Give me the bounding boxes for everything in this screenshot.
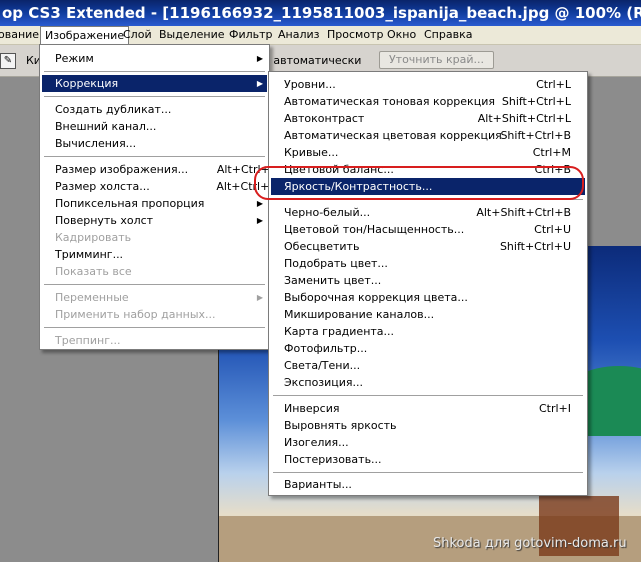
menu-item-apply-data-set[interactable]: Применить набор данных... [42, 306, 267, 323]
window-title: op CS3 Extended - [1196166932_1195811003… [0, 0, 641, 26]
menu-item-equalize[interactable]: Выровнять яркость [271, 417, 585, 434]
submenu-arrow-icon: ▶ [256, 216, 263, 225]
menu-item-rotate-canvas[interactable]: Повернуть холст ▶ [42, 212, 267, 229]
submenu-arrow-icon: ▶ [256, 293, 263, 302]
menu-item-reveal-all[interactable]: Показать все [42, 263, 267, 280]
menu-item-hue-saturation[interactable]: Цветовой тон/Насыщенность... Ctrl+U [271, 221, 585, 238]
menu-item-auto-color[interactable]: Автоматическая цветовая коррекция Shift+C… [271, 127, 585, 144]
menu-item-gradient-map[interactable]: Карта градиента... [271, 323, 585, 340]
menu-item-trap[interactable]: Треппинг... [42, 332, 267, 349]
menu-item-photo-filter[interactable]: Фотофильтр... [271, 340, 585, 357]
menu-analysis[interactable]: Анализ [274, 26, 324, 44]
menu-item-selective-color[interactable]: Выборочная коррекция цвета... [271, 289, 585, 306]
menu-help[interactable]: Справка [420, 26, 476, 44]
menu-item-variations[interactable]: Варианты... [271, 476, 585, 493]
menu-item-exposure[interactable]: Экспозиция... [271, 374, 585, 391]
menu-item-pixel-aspect[interactable]: Попиксельная пропорция ▶ [42, 195, 267, 212]
menu-view[interactable]: Просмотр [323, 26, 387, 44]
menu-separator [44, 71, 265, 72]
menu-item-mode[interactable]: Режим ▶ [42, 50, 267, 67]
menu-separator [273, 395, 583, 396]
menu-item-adjustments[interactable]: Коррекция ▶ [42, 75, 267, 92]
menu-window[interactable]: Окно [383, 26, 420, 44]
menu-item-calculations[interactable]: Вычисления... [42, 135, 267, 152]
menu-image[interactable]: Изображение [40, 26, 130, 44]
submenu-arrow-icon: ▶ [256, 79, 263, 88]
menu-separator [273, 472, 583, 473]
menu-item-image-size[interactable]: Размер изображения... Alt+Ctrl+I [42, 161, 273, 178]
menu-item-trim[interactable]: Тримминг... [42, 246, 267, 263]
menu-item-invert[interactable]: Инверсия Ctrl+I [271, 400, 585, 417]
auto-enhance-label[interactable]: ть автоматически [257, 54, 361, 67]
menu-item-black-white[interactable]: Черно-белый... Alt+Shift+Ctrl+B [271, 204, 585, 221]
refine-edge-button[interactable]: Уточнить край... [379, 51, 494, 69]
menu-separator [44, 284, 265, 285]
menu-item-posterize[interactable]: Постеризовать... [271, 451, 585, 468]
quick-selection-tool-icon[interactable]: ✎ [0, 53, 16, 69]
menu-separator [44, 96, 265, 97]
menu-item-duplicate[interactable]: Создать дубликат... [42, 101, 267, 118]
annotation-highlight-ring [254, 166, 584, 200]
menu-separator [44, 327, 265, 328]
menu-item-shadows-highlights[interactable]: Света/Тени... [271, 357, 585, 374]
menu-item-curves[interactable]: Кривые... Ctrl+M [271, 144, 585, 161]
menu-item-match-color[interactable]: Подобрать цвет... [271, 255, 585, 272]
menu-separator [44, 156, 265, 157]
menu-item-channel-mixer[interactable]: Микширование каналов... [271, 306, 585, 323]
menu-item-levels[interactable]: Уровни... Ctrl+L [271, 76, 585, 93]
submenu-arrow-icon: ▶ [256, 54, 263, 63]
watermark-text: Shkoda для gotovim-doma.ru [433, 536, 627, 551]
menu-file-partial[interactable]: ование [0, 26, 43, 44]
menu-item-auto-levels[interactable]: Автоматическая тоновая коррекция Shift+Ct… [271, 93, 585, 110]
adjustments-submenu: Уровни... Ctrl+L Автоматическая тоновая к… [268, 71, 588, 496]
menu-filter[interactable]: Фильтр [225, 26, 277, 44]
menu-bar: ование Изображение Слой Выделение Фильтр… [0, 26, 641, 45]
menu-select[interactable]: Выделение [155, 26, 229, 44]
menu-item-desaturate[interactable]: Обесцветить Shift+Ctrl+U [271, 238, 585, 255]
menu-item-apply-image[interactable]: Внешний канал... [42, 118, 267, 135]
menu-item-variables[interactable]: Переменные ▶ [42, 289, 267, 306]
image-menu-dropdown: Режим ▶ Коррекция ▶ Создать дубликат... Вн… [39, 44, 277, 350]
menu-layer[interactable]: Слой [119, 26, 156, 44]
menu-item-threshold[interactable]: Изогелия... [271, 434, 585, 451]
menu-item-crop[interactable]: Кадрировать [42, 229, 267, 246]
menu-item-auto-contrast[interactable]: Автоконтраст Alt+Shift+Ctrl+L [271, 110, 585, 127]
menu-item-replace-color[interactable]: Заменить цвет... [271, 272, 585, 289]
menu-item-canvas-size[interactable]: Размер холста... Alt+Ctrl+C [42, 178, 277, 195]
